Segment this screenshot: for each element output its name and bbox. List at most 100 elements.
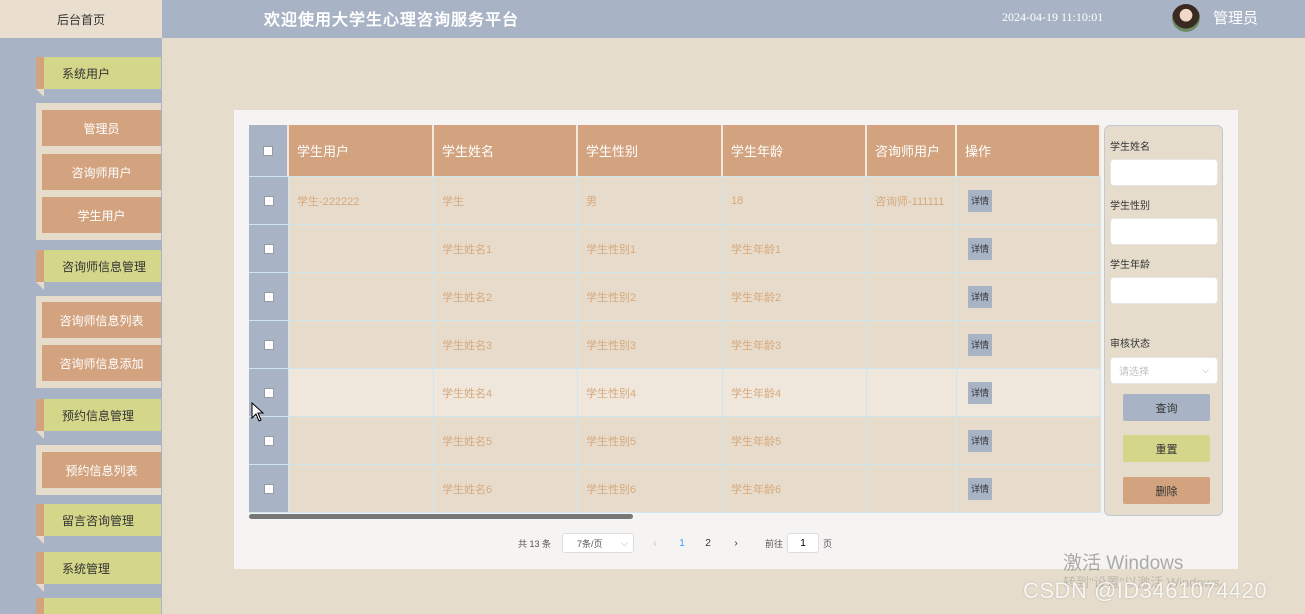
sidebar-subitem-counselor-users[interactable]: 咨询师用户 [42,154,161,190]
table-cell: 学生性别5 [578,417,723,465]
table-cell: 学生性别6 [578,465,723,513]
table-cell: 学生年龄5 [723,417,867,465]
table-row: 学生姓名3 学生性别3 学生年龄3 详情 [249,321,1101,369]
column-header: 学生用户 [289,125,434,177]
query-button[interactable]: 查询 [1123,394,1210,421]
table-cell [289,369,434,417]
select-all-checkbox[interactable] [263,145,273,156]
table-cell: 学生姓名5 [434,417,578,465]
student-name-input[interactable] [1110,159,1218,186]
detail-button[interactable]: 详情 [968,429,992,452]
table-cell: 学生姓名4 [434,369,578,417]
student-age-label: 学生年龄 [1110,260,1150,271]
table-cell: 学生姓名6 [434,465,578,513]
row-checkbox[interactable] [263,339,274,350]
detail-button[interactable]: 详情 [968,189,992,212]
table-cell [289,417,434,465]
sidebar-item-system-users[interactable]: 系统用户 [36,57,161,97]
page-number-1[interactable]: 1 [672,533,692,553]
reset-button[interactable]: 重置 [1123,435,1210,462]
row-checkbox-cell[interactable] [249,417,289,465]
goto-page-input[interactable]: 1 [787,533,819,553]
sidebar-item-system[interactable]: 系统管理 [36,552,161,592]
student-age-input[interactable] [1110,277,1218,304]
next-page-icon[interactable]: › [726,533,746,553]
column-header: 咨询师用户 [867,125,957,177]
search-form: 学生姓名 学生性别 学生年龄 审核状态 请选择 ⌵ 查询 重置 删除 [1104,125,1223,516]
action-cell: 详情 [957,177,1101,225]
csdn-watermark: CSDN @ID3461074420 [1023,578,1268,603]
table-cell: 学生年龄2 [723,273,867,321]
row-checkbox[interactable] [263,435,274,446]
table-cell: 学生年龄1 [723,225,867,273]
student-table: 学生用户 学生姓名 学生性别 学生年龄 咨询师用户 操作 学生-222222 学生… [249,125,1101,513]
action-cell: 详情 [957,465,1101,513]
sidebar-subitem-counselor-list[interactable]: 咨询师信息列表 [42,302,161,338]
sidebar-subitem-admin[interactable]: 管理员 [42,110,161,146]
table-row: 学生姓名4 学生性别4 学生年龄4 详情 [249,369,1101,417]
table-cell [867,465,957,513]
table-row: 学生姓名1 学生性别1 学生年龄1 详情 [249,225,1101,273]
student-name-label: 学生姓名 [1110,142,1150,153]
table-cell [289,465,434,513]
page-number-2[interactable]: 2 [698,533,718,553]
detail-button[interactable]: 详情 [968,477,992,500]
column-header: 学生姓名 [434,125,578,177]
student-gender-label: 学生性别 [1110,201,1150,212]
current-user-label[interactable]: 管理员 [1213,7,1258,28]
table-cell [867,225,957,273]
row-checkbox-cell[interactable] [249,177,289,225]
sidebar-subitem-counselor-add[interactable]: 咨询师信息添加 [42,345,161,381]
page-size-select[interactable]: 7条/页 ⌵ [562,533,634,553]
row-checkbox[interactable] [263,483,274,494]
sidebar-item-messages[interactable]: 留言咨询管理 [36,504,161,544]
select-all-cell[interactable] [249,125,289,177]
table-cell: 学生性别1 [578,225,723,273]
sidebar-item-appointment[interactable]: 预约信息管理 [36,399,161,439]
sidebar-subitem-student-users[interactable]: 学生用户 [42,197,161,233]
table-row: 学生姓名2 学生性别2 学生年龄2 详情 [249,273,1101,321]
detail-button[interactable]: 详情 [968,381,992,404]
sidebar-item-more[interactable] [36,598,161,614]
detail-button[interactable]: 详情 [968,333,992,356]
sidebar-item-counselor-info[interactable]: 咨询师信息管理 [36,250,161,290]
table-cell [867,273,957,321]
table-cell [867,321,957,369]
table-cell: 咨询师-111111 [867,177,957,225]
row-checkbox-cell[interactable] [249,225,289,273]
row-checkbox[interactable] [263,243,274,254]
table-cell [289,273,434,321]
action-cell: 详情 [957,225,1101,273]
row-checkbox-cell[interactable] [249,321,289,369]
table-cell [289,225,434,273]
column-header: 学生年龄 [723,125,867,177]
horizontal-scrollbar[interactable] [249,514,633,519]
top-header: 后台首页 欢迎使用大学生心理咨询服务平台 2024-04-19 11:10:01… [0,0,1305,38]
review-status-select[interactable]: 请选择 ⌵ [1110,357,1218,384]
table-cell: 学生姓名2 [434,273,578,321]
row-checkbox-cell[interactable] [249,273,289,321]
row-checkbox[interactable] [263,195,274,206]
home-link[interactable]: 后台首页 [0,0,162,38]
table-cell: 18 [723,177,867,225]
detail-button[interactable]: 详情 [968,237,992,260]
goto-prefix: 前往 [765,538,784,549]
row-checkbox[interactable] [263,387,274,398]
avatar[interactable] [1172,4,1200,32]
review-status-label: 审核状态 [1110,339,1150,350]
row-checkbox[interactable] [263,291,274,302]
prev-page-icon[interactable]: ‹ [645,533,665,553]
table-cell: 学生性别3 [578,321,723,369]
student-gender-input[interactable] [1110,218,1218,245]
table-cell: 学生年龄4 [723,369,867,417]
table-cell [867,417,957,465]
table-cell: 学生-222222 [289,177,434,225]
detail-button[interactable]: 详情 [968,285,992,308]
delete-button[interactable]: 删除 [1123,477,1210,504]
sidebar-subitem-appointment-list[interactable]: 预约信息列表 [42,452,161,488]
activate-windows-watermark: 激活 Windows [1063,553,1184,574]
site-title: 欢迎使用大学生心理咨询服务平台 [264,10,520,29]
row-checkbox-cell[interactable] [249,465,289,513]
action-cell: 详情 [957,321,1101,369]
table-cell: 学生年龄3 [723,321,867,369]
